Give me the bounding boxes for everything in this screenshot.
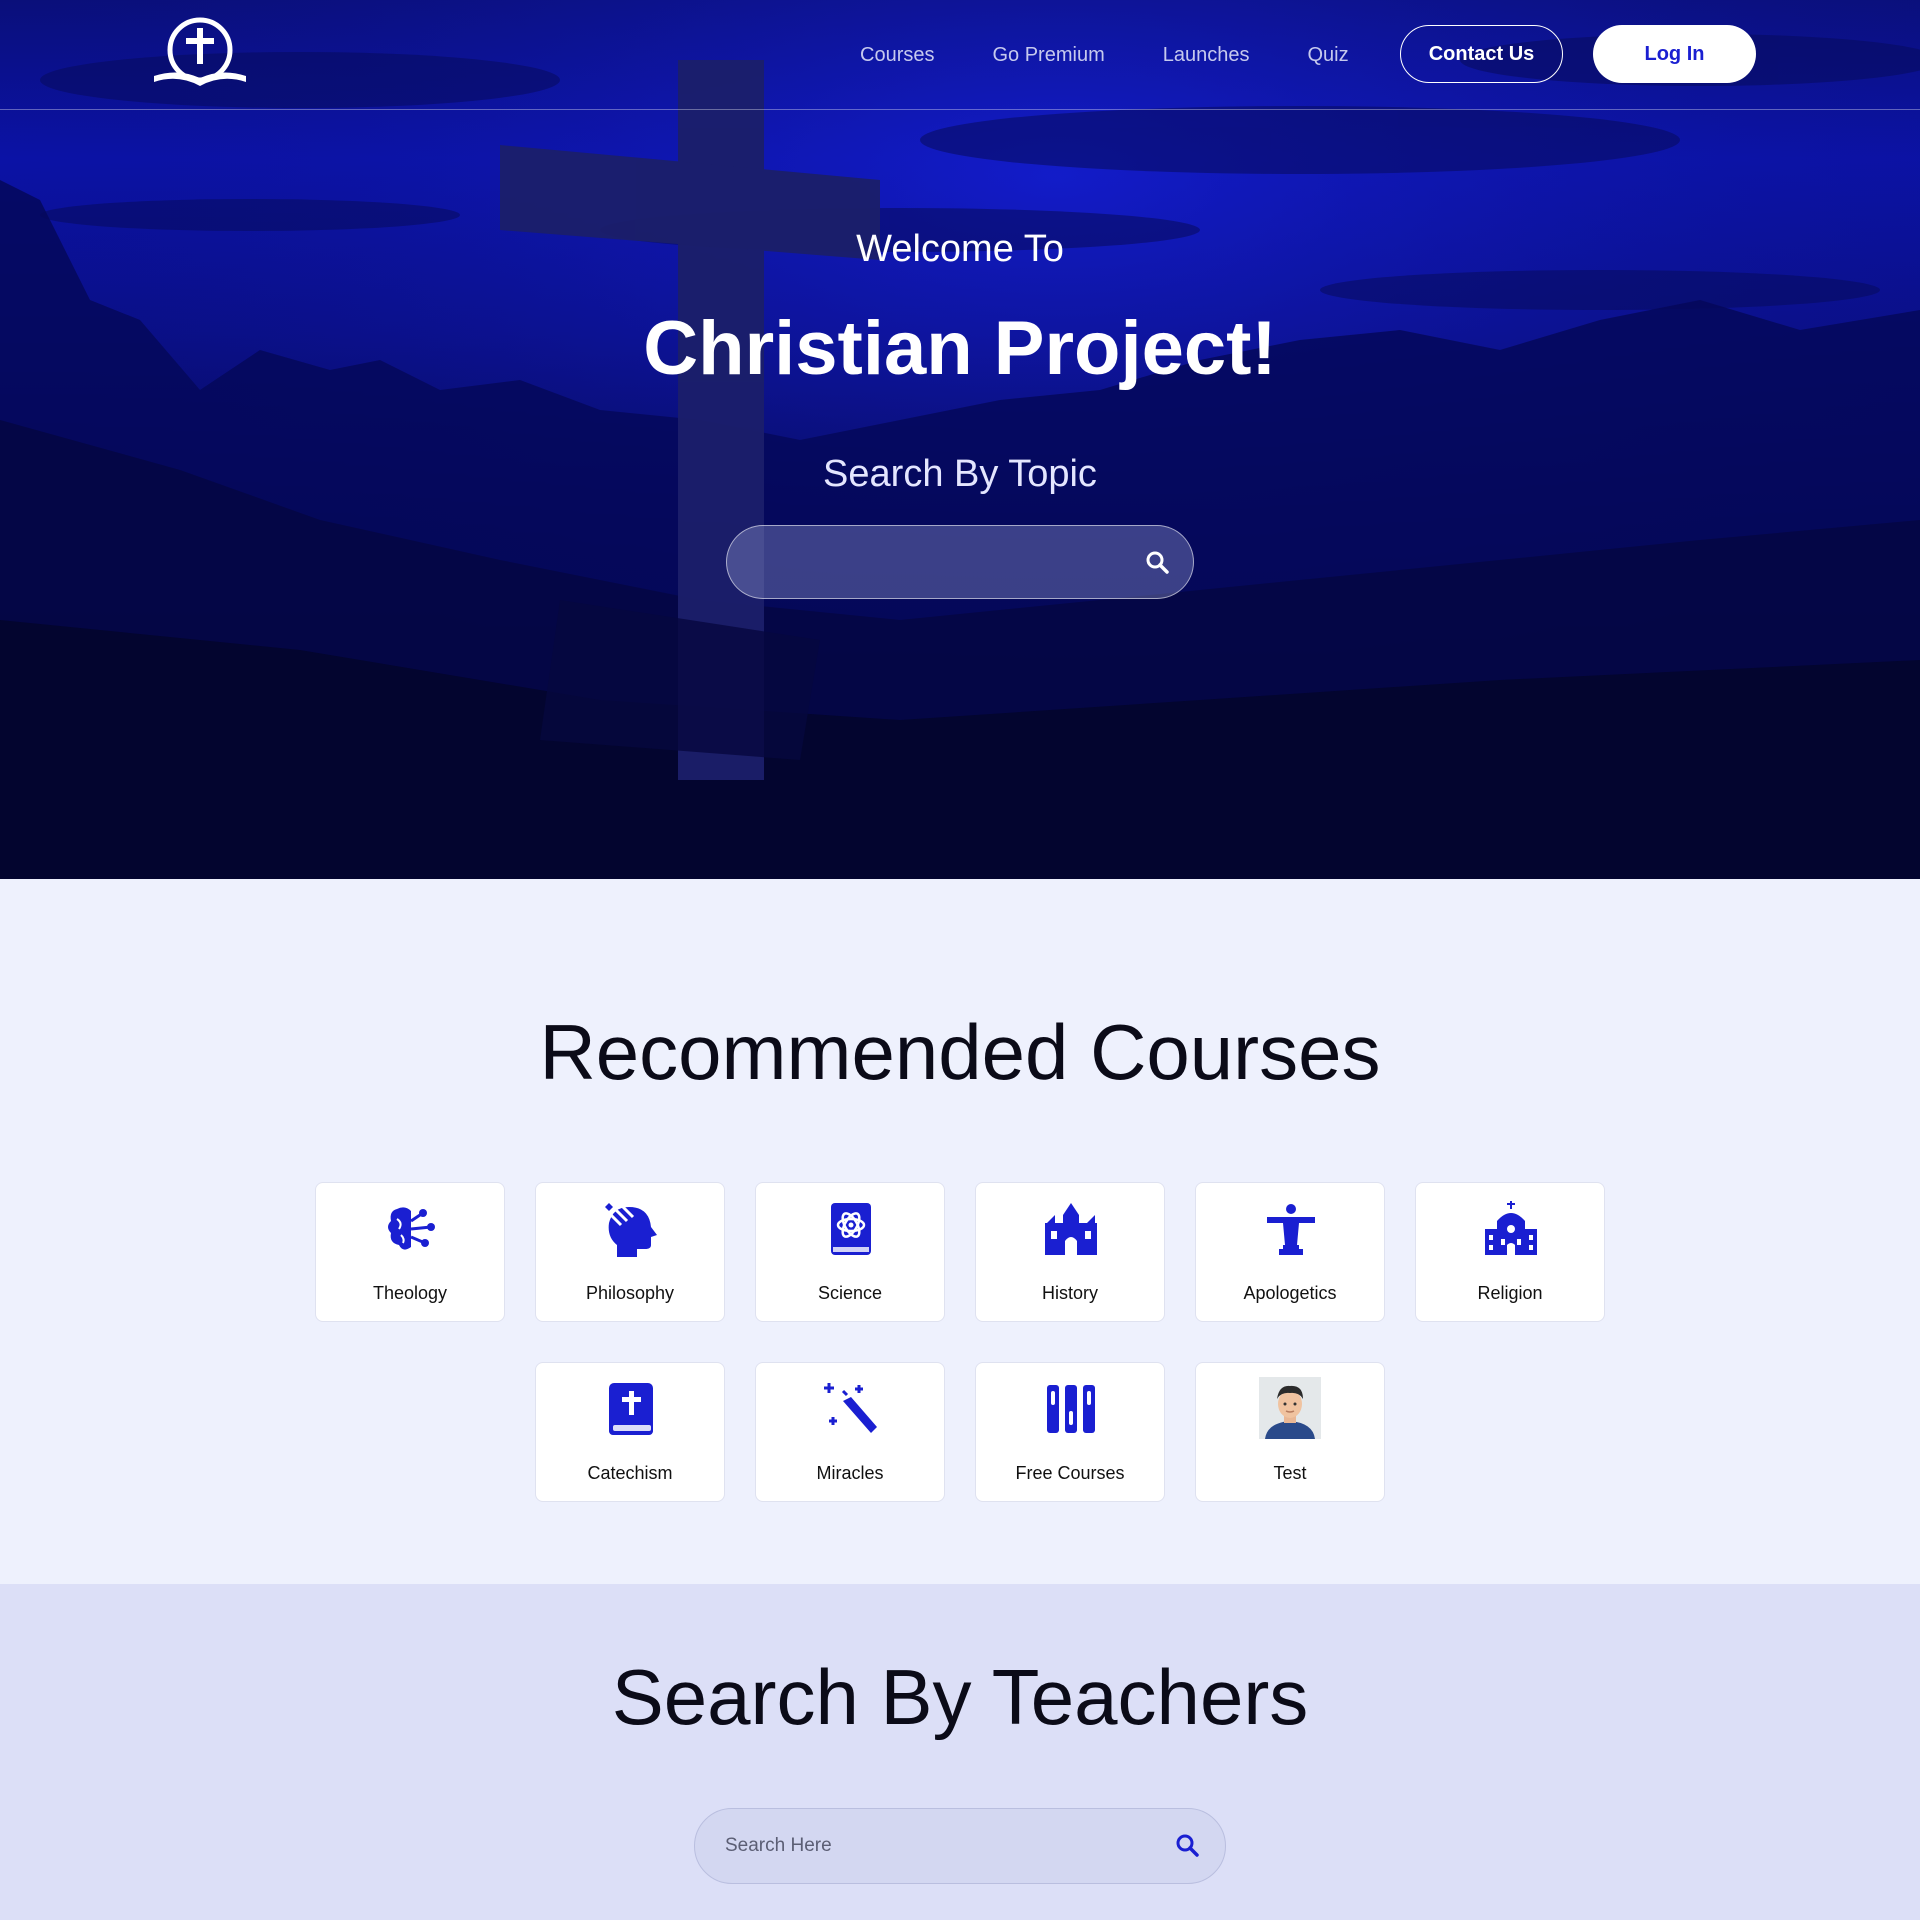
nav-quiz-link[interactable]: Quiz [1307,44,1348,67]
course-card-miracles[interactable]: Miracles [755,1362,945,1502]
nav-links: Courses Go Premium Launches Quiz [860,0,1407,110]
nav-launches-link[interactable]: Launches [1163,44,1250,67]
search-by-teachers-title: Search By Teachers [611,1653,1309,1741]
bible-icon [609,1383,653,1435]
course-card-free-courses[interactable]: Free Courses [975,1362,1165,1502]
search-icon[interactable] [1175,1833,1201,1859]
hero-welcome-text: Welcome To [856,228,1064,270]
avatar-image [1259,1377,1321,1439]
course-card-catechism[interactable]: Catechism [535,1362,725,1502]
recommended-courses-section: Recommended Courses Theology Philosophy [0,879,1920,1584]
cross-bible-logo[interactable] [148,14,252,94]
search-by-teachers-section: Search By Teachers [0,1584,1920,1920]
top-navbar: Courses Go Premium Launches Quiz Contact… [0,0,1920,110]
head-thought-icon [605,1203,657,1257]
course-label: Catechism [587,1463,673,1483]
course-label: Philosophy [585,1283,675,1303]
course-label: Religion [1477,1283,1543,1303]
hero-section: Courses Go Premium Launches Quiz Contact… [0,0,1920,879]
course-card-science[interactable]: Science [755,1182,945,1322]
course-card-theology[interactable]: Theology [315,1182,505,1322]
course-label: Test [1273,1463,1307,1483]
atom-book-icon [831,1203,871,1255]
course-card-apologetics[interactable]: Apologetics [1195,1182,1385,1322]
course-label: Apologetics [1243,1283,1337,1303]
course-label: Miracles [816,1463,884,1483]
course-card-philosophy[interactable]: Philosophy [535,1182,725,1322]
course-card-religion[interactable]: Religion [1415,1182,1605,1322]
log-in-button[interactable]: Log In [1593,25,1756,83]
church-icon [1485,1201,1537,1255]
course-card-history[interactable]: History [975,1182,1165,1322]
hero-background-image [0,0,1920,879]
teacher-search-input[interactable] [725,1831,1125,1861]
course-label: Free Courses [1015,1463,1125,1483]
search-icon[interactable] [1145,550,1171,576]
brain-icon [388,1207,435,1250]
topic-search-input[interactable] [726,525,1194,599]
search-by-topic-label: Search By Topic [823,453,1097,495]
course-label: History [1041,1283,1098,1303]
recommended-courses-title: Recommended Courses [539,1008,1381,1096]
hero-title: Christian Project! [643,306,1277,391]
contact-us-button[interactable]: Contact Us [1400,25,1563,83]
castle-icon [1045,1203,1097,1255]
course-label: Theology [372,1283,448,1303]
course-label: Science [817,1283,883,1303]
course-card-test[interactable]: Test [1195,1362,1385,1502]
nav-go-premium-link[interactable]: Go Premium [992,44,1104,67]
magic-wand-icon [824,1383,877,1433]
nav-courses-link[interactable]: Courses [860,44,934,67]
teacher-search-box [694,1808,1226,1884]
christ-statue-icon [1267,1204,1315,1255]
books-icon [1047,1385,1095,1433]
